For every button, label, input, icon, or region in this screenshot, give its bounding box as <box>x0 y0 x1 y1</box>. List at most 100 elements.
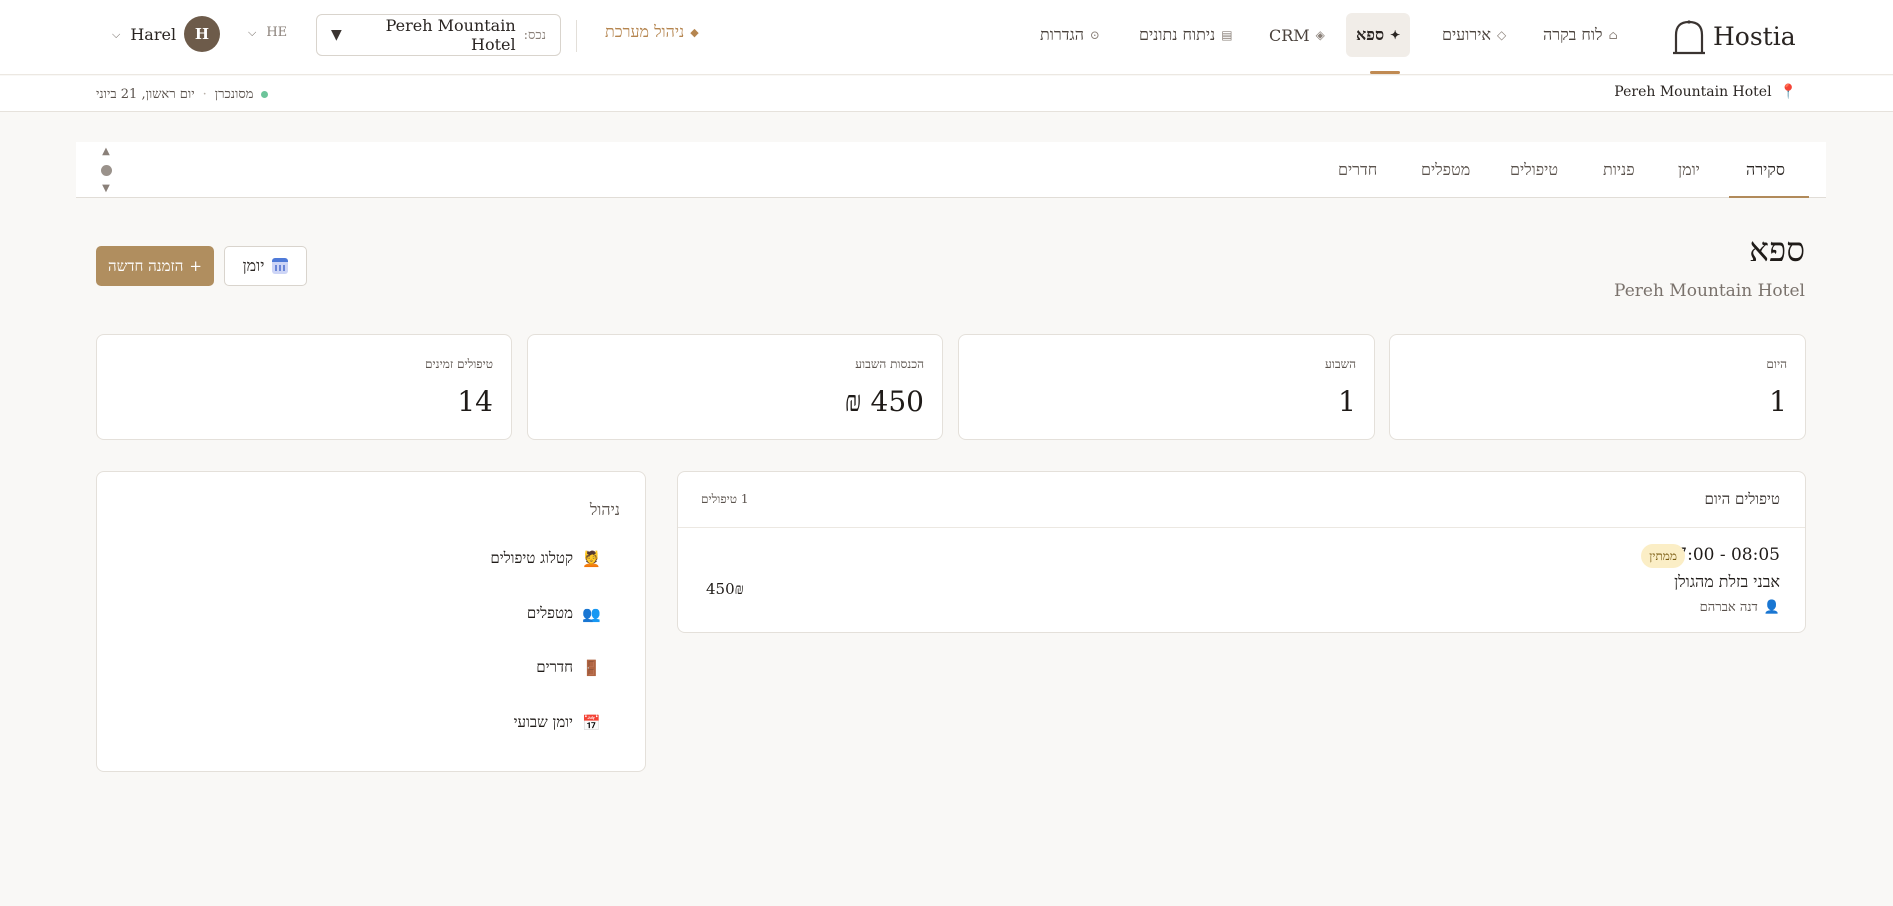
mgmt-label: קטלוג טיפולים <box>490 549 573 567</box>
stat-value: 14 <box>457 385 493 418</box>
chevron-down-icon: ⌵ <box>112 27 121 41</box>
stat-card-revenue: הכנסות השבוע 450 ₪ <box>527 334 943 440</box>
stat-label: הכנסות השבוע <box>855 357 924 371</box>
nav-crm[interactable]: ◈ CRM <box>1259 13 1335 57</box>
nav-label: אירועים <box>1442 25 1491 44</box>
current-hotel: 📍 Pereh Mountain Hotel <box>1614 84 1797 100</box>
calendar-label: יומן <box>242 256 265 275</box>
stat-card-week: השבוע 1 <box>958 334 1375 440</box>
diamond-icon: ◆ <box>690 25 699 39</box>
mgmt-label: מטפלים <box>526 604 573 622</box>
nav-dashboard[interactable]: ⌂ לוח בקרה <box>1533 13 1628 57</box>
scroll-up-icon[interactable]: ▲ <box>102 146 110 157</box>
sync-status: מסונכרן · יום ראשון, 21 ביוני <box>96 86 269 102</box>
tab-overview[interactable]: סקירה <box>1746 142 1785 198</box>
diamond-icon: ◇ <box>1496 28 1507 42</box>
property-select[interactable]: נכס: Pereh Mountain Hotel ▼ <box>316 14 561 56</box>
status-dot-icon <box>261 90 269 98</box>
system-management-link[interactable]: ◆ ניהול מערכת <box>605 22 699 42</box>
avatar[interactable]: H <box>184 16 220 52</box>
mgmt-therapists[interactable]: 👥 מטפלים <box>527 604 601 623</box>
gear-icon: ⊙ <box>1089 28 1100 42</box>
stat-card-today: היום 1 <box>1389 334 1806 440</box>
tab-therapists[interactable]: מטפלים <box>1421 142 1470 198</box>
therapist-name: דנה אברהם <box>1699 600 1758 615</box>
analytics-icon: ▤ <box>1221 28 1233 42</box>
plus-icon: + <box>189 257 202 275</box>
stat-card-available: טיפולים זמינים 14 <box>96 334 512 440</box>
calendar-icon <box>272 258 289 274</box>
nav-label: CRM <box>1269 25 1310 45</box>
treatment-count: 1 טיפולים <box>701 492 749 506</box>
logo-arch-icon <box>1673 20 1705 55</box>
location-pin-icon: 📍 <box>1779 84 1797 100</box>
nav-spa[interactable]: ✦ ספא <box>1346 13 1411 57</box>
therapist: 👤 דנה אברהם <box>1699 599 1780 616</box>
hotel-name: Pereh Mountain Hotel <box>1614 84 1772 100</box>
massage-icon: 💆 <box>582 549 601 568</box>
people-icon: 👥 <box>582 604 601 623</box>
stat-value: 450 ₪ <box>844 385 924 418</box>
stat-label: היום <box>1766 357 1787 371</box>
today-treatments-card: טיפולים היום 1 טיפולים 07:00 - 08:05 ממת… <box>677 471 1806 633</box>
tab-rooms[interactable]: חדרים <box>1338 142 1377 198</box>
tab-scroller[interactable]: ▲ ▼ <box>98 146 114 194</box>
chevron-down-icon: ⌵ <box>248 25 257 39</box>
door-icon: 🚪 <box>582 658 601 677</box>
tab-calendar[interactable]: יומן <box>1678 142 1700 198</box>
brand-name[interactable]: Hostia <box>1713 22 1796 51</box>
current-date: יום ראשון, 21 ביוני <box>96 87 195 102</box>
nav-label: ספא <box>1356 25 1385 44</box>
user-name: Harel <box>130 25 177 44</box>
scroll-knob[interactable] <box>100 164 112 176</box>
stat-label: טיפולים זמינים <box>425 357 493 371</box>
separator: · <box>202 86 207 102</box>
mgmt-rooms[interactable]: 🚪 חדרים <box>536 658 601 677</box>
stat-value: 1 <box>1338 385 1356 418</box>
crm-icon: ◈ <box>1315 28 1325 42</box>
nav-analytics[interactable]: ▤ ניתוח נתונים <box>1129 13 1243 57</box>
sparkle-icon: ✦ <box>1390 28 1401 42</box>
mgmt-weekly-calendar[interactable]: 📅 יומן שבועי <box>514 713 601 732</box>
language-switcher[interactable]: ⌵ HE <box>248 25 287 40</box>
caret-down-icon: ▼ <box>331 27 342 43</box>
property-value: Pereh Mountain Hotel <box>385 16 516 54</box>
nav-events[interactable]: ◇ אירועים <box>1432 13 1516 57</box>
scroll-down-icon[interactable]: ▼ <box>102 183 110 194</box>
new-booking-label: הזמנה חדשה <box>108 256 184 275</box>
nav-settings[interactable]: ⊙ הגדרות <box>1030 13 1110 57</box>
nav-label: ניתוח נתונים <box>1139 25 1216 44</box>
page-subtitle: Pereh Mountain Hotel <box>1614 281 1805 301</box>
language-code: HE <box>266 25 288 40</box>
appointment-price: 450₪ <box>706 580 744 598</box>
stat-value: 1 <box>1769 385 1787 418</box>
mgmt-label: יומן שבועי <box>513 713 573 731</box>
context-bar <box>0 76 1893 112</box>
active-tab-indicator <box>1729 196 1809 198</box>
nav-label: לוח בקרה <box>1543 25 1603 44</box>
management-card: ניהול 💆 קטלוג טיפולים 👥 מטפלים 🚪 חדרים 📅… <box>96 471 646 772</box>
calendar-button[interactable]: יומן <box>224 246 307 286</box>
treatment-name[interactable]: אבני בזלת מהגולן <box>1674 572 1780 592</box>
divider <box>576 20 577 52</box>
card-title: ניהול <box>589 500 620 519</box>
tab-treatments[interactable]: טיפולים <box>1510 142 1558 198</box>
active-nav-indicator <box>1370 71 1400 74</box>
calendar-icon: 📅 <box>582 713 601 732</box>
tab-inquiries[interactable]: פניות <box>1603 142 1635 198</box>
mgmt-treatment-catalog[interactable]: 💆 קטלוג טיפולים <box>490 549 601 568</box>
spa-tabs <box>76 142 1826 198</box>
new-booking-button[interactable]: + הזמנה חדשה <box>96 246 214 286</box>
status-badge: ממתין <box>1641 544 1685 568</box>
nav-label: הגדרות <box>1040 25 1084 44</box>
mgmt-label: חדרים <box>536 658 573 676</box>
card-header <box>678 472 1805 528</box>
sync-label: מסונכרן <box>214 87 254 102</box>
stat-label: השבוע <box>1324 357 1356 371</box>
system-management-label: ניהול מערכת <box>605 22 685 41</box>
property-prefix: נכס: <box>523 28 546 43</box>
person-icon: 👤 <box>1763 599 1780 615</box>
page-title: ספא <box>1749 230 1805 269</box>
user-menu[interactable]: ⌵ Harel <box>112 25 176 44</box>
home-icon: ⌂ <box>1608 28 1618 42</box>
